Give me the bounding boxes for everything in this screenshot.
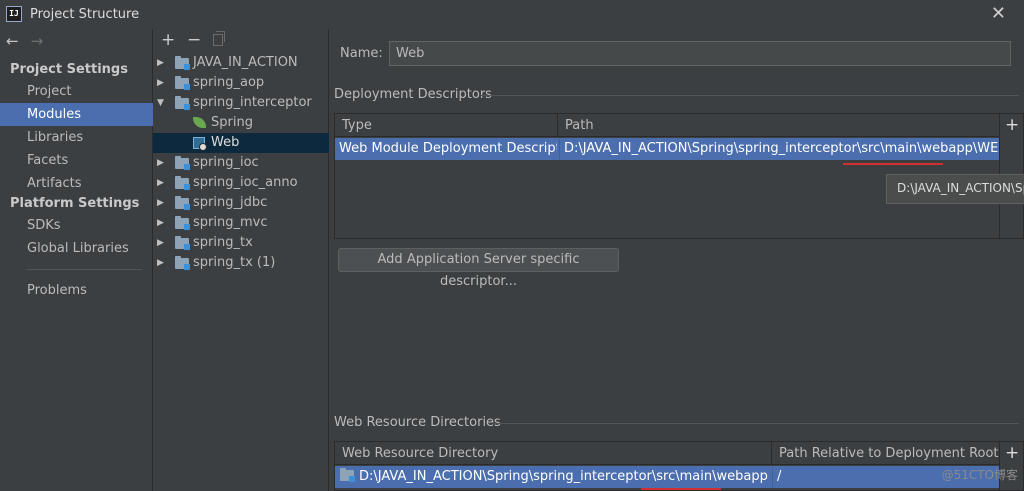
nav-item-project[interactable]: Project: [0, 80, 153, 103]
nav-item-problems[interactable]: Problems: [0, 279, 153, 302]
web-resource-directory-cell[interactable]: D:\JAVA_IN_ACTION\Spring\spring_intercep…: [355, 467, 771, 487]
nav-item-artifacts[interactable]: Artifacts: [0, 172, 153, 195]
tree-item-label: spring_tx: [193, 235, 253, 250]
tree-item-spring-aop[interactable]: ▶ spring_aop: [153, 73, 329, 93]
tree-item-label: JAVA_IN_ACTION: [193, 55, 298, 70]
add-descriptor-icon[interactable]: +: [1005, 115, 1019, 135]
name-field[interactable]: [389, 41, 1011, 66]
add-server-descriptor-button[interactable]: Add Application Server specific descript…: [338, 248, 619, 289]
folder-icon: [340, 468, 355, 482]
tree-item-label: spring_tx (1): [193, 255, 276, 270]
tree-item-spring-mvc[interactable]: ▶ spring_mvc: [153, 213, 329, 233]
module-folder-icon: [175, 256, 190, 270]
column-header-path[interactable]: Path: [558, 114, 1001, 137]
tree-item-spring-jdbc[interactable]: ▶ spring_jdbc: [153, 193, 329, 213]
tree-item-spring-ioc-anno[interactable]: ▶ spring_ioc_anno: [153, 173, 329, 193]
group-divider: [481, 95, 1019, 96]
tree-item-label: spring_ioc: [193, 155, 259, 170]
module-folder-icon: [175, 236, 190, 250]
spring-leaf-icon: [193, 117, 206, 128]
path-tooltip: D:\JAVA_IN_ACTION\Spring\spring_intercep…: [886, 174, 1024, 204]
module-folder-icon: [175, 156, 190, 170]
group-divider: [493, 423, 1019, 424]
descriptor-type-cell[interactable]: Web Module Deployment Descriptor: [335, 139, 557, 159]
module-folder-icon: [175, 56, 190, 70]
close-icon[interactable]: ✕: [991, 5, 1006, 23]
window-title: Project Structure: [30, 7, 140, 22]
module-folder-icon: [175, 196, 190, 210]
tree-item-spring-tx-1[interactable]: ▶ spring_tx (1): [153, 253, 329, 273]
expand-arrow-icon[interactable]: ▶: [157, 213, 164, 233]
highlight-underline: [843, 163, 943, 165]
tree-item-spring-tx[interactable]: ▶ spring_tx: [153, 233, 329, 253]
tree-item-spring-facet[interactable]: Spring: [153, 113, 329, 133]
nav-arrows: ← →: [6, 32, 43, 52]
tree-item-java-in-action[interactable]: ▶ JAVA_IN_ACTION: [153, 53, 329, 73]
module-tree-panel: + − ▶ JAVA_IN_ACTION ▶ spring_aop ▼ spri…: [153, 29, 329, 491]
expand-arrow-icon[interactable]: ▶: [157, 73, 164, 93]
facet-settings-panel: Name: Deployment Descriptors Type Path W…: [329, 29, 1024, 491]
expand-arrow-icon[interactable]: ▶: [157, 233, 164, 253]
title-bar: IJ Project Structure ✕: [0, 0, 1024, 29]
web-facet-icon: [193, 137, 207, 151]
tree-item-label: spring_mvc: [193, 215, 268, 230]
nav-divider: [27, 269, 142, 270]
nav-item-sdks[interactable]: SDKs: [0, 214, 153, 237]
tree-item-label: Web: [211, 135, 240, 150]
tree-item-label: spring_ioc_anno: [193, 175, 298, 190]
module-folder-icon: [175, 96, 190, 110]
column-header-relative-path[interactable]: Path Relative to Deployment Root: [772, 442, 1001, 465]
expand-arrow-icon[interactable]: ▶: [157, 253, 164, 273]
add-icon[interactable]: +: [161, 30, 175, 50]
nav-item-global-libraries[interactable]: Global Libraries: [0, 237, 153, 260]
web-resource-directories-title: Web Resource Directories: [334, 415, 501, 430]
platform-settings-header: Platform Settings: [10, 196, 140, 211]
tree-toolbar: + −: [153, 29, 329, 51]
expand-arrow-icon[interactable]: ▶: [157, 53, 164, 73]
tree-item-label: spring_interceptor: [193, 95, 312, 110]
settings-nav-panel: ← → Project Settings Project Modules Lib…: [0, 29, 153, 491]
nav-item-facets[interactable]: Facets: [0, 149, 153, 172]
highlight-underline: [641, 488, 721, 490]
project-settings-header: Project Settings: [10, 62, 128, 77]
web-resource-directories-table: Web Resource Directory Path Relative to …: [334, 441, 1024, 491]
tree-item-web-facet[interactable]: Web: [153, 133, 329, 153]
back-arrow-icon[interactable]: ←: [6, 32, 19, 52]
tree-item-spring-ioc[interactable]: ▶ spring_ioc: [153, 153, 329, 173]
module-folder-icon: [175, 76, 190, 90]
nav-item-libraries[interactable]: Libraries: [0, 126, 153, 149]
expand-arrow-icon[interactable]: ▶: [157, 193, 164, 213]
forward-arrow-icon[interactable]: →: [31, 32, 44, 52]
add-directory-icon[interactable]: +: [1005, 443, 1019, 463]
intellij-app-icon: IJ: [6, 6, 22, 22]
descriptor-path-cell[interactable]: D:\JAVA_IN_ACTION\Spring\spring_intercep…: [559, 139, 1001, 159]
name-label: Name:: [340, 46, 383, 61]
nav-item-modules[interactable]: Modules: [0, 103, 153, 126]
watermark: @51CTO博客: [941, 468, 1018, 482]
copy-icon[interactable]: [213, 31, 225, 46]
remove-icon[interactable]: −: [187, 30, 201, 50]
tree-item-label: Spring: [211, 115, 253, 130]
deployment-descriptors-title: Deployment Descriptors: [334, 87, 492, 102]
expand-arrow-icon[interactable]: ▶: [157, 173, 164, 193]
tree-item-label: spring_aop: [193, 75, 265, 90]
module-folder-icon: [175, 176, 190, 190]
module-folder-icon: [175, 216, 190, 230]
tree-item-spring-interceptor[interactable]: ▼ spring_interceptor: [153, 93, 329, 113]
tree-item-label: spring_jdbc: [193, 195, 268, 210]
expand-arrow-icon[interactable]: ▶: [157, 153, 164, 173]
column-header-type[interactable]: Type: [335, 114, 558, 137]
column-header-web-resource-directory[interactable]: Web Resource Directory: [335, 442, 772, 465]
collapse-arrow-icon[interactable]: ▼: [157, 93, 164, 113]
